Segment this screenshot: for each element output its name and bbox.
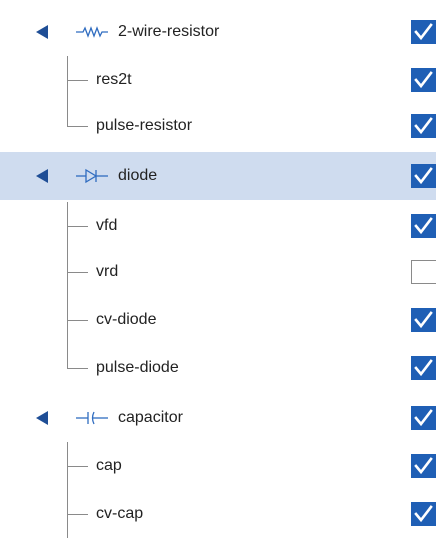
tree-connector-line: [67, 226, 88, 227]
enable-checkbox[interactable]: [411, 406, 436, 430]
tree-item-row[interactable]: cap: [0, 442, 436, 490]
tree-item-label: pulse-diode: [96, 359, 179, 376]
tree-item-row[interactable]: cv-diode: [0, 296, 436, 344]
tree-item-row[interactable]: pulse-resistor: [0, 102, 436, 150]
tree-connector-line: [67, 102, 68, 126]
tree-item-row[interactable]: res2t: [0, 56, 436, 104]
tree-group-row[interactable]: capacitor: [0, 394, 436, 442]
tree-connector-line: [67, 126, 88, 127]
tree-connector-line: [67, 320, 88, 321]
collapse-toggle-icon[interactable]: [36, 169, 48, 183]
resistor-icon: [74, 23, 110, 41]
enable-checkbox[interactable]: [411, 260, 436, 284]
diode-icon: [74, 167, 110, 185]
tree-item-label: res2t: [96, 71, 132, 88]
tree-connector-line: [67, 272, 88, 273]
tree-item-row[interactable]: vrd: [0, 248, 436, 296]
enable-checkbox[interactable]: [411, 20, 436, 44]
tree-connector-line: [67, 344, 68, 368]
capacitor-icon: [74, 409, 110, 427]
enable-checkbox[interactable]: [411, 114, 436, 138]
tree-item-label: vrd: [96, 263, 119, 280]
tree-item-label: pulse-resistor: [96, 117, 193, 134]
tree-connector-line: [67, 80, 88, 81]
tree-group-label: 2-wire-resistor: [118, 23, 220, 40]
tree-group-label: diode: [118, 167, 158, 184]
tree-group-label: capacitor: [118, 409, 183, 426]
enable-checkbox[interactable]: [411, 356, 436, 380]
tree-item-label: vfd: [96, 217, 118, 234]
enable-checkbox[interactable]: [411, 454, 436, 478]
collapse-toggle-icon[interactable]: [36, 25, 48, 39]
tree-connector-line: [67, 466, 88, 467]
tree-item-row[interactable]: vfd: [0, 202, 436, 250]
tree-group-row[interactable]: 2-wire-resistor: [0, 8, 436, 56]
enable-checkbox[interactable]: [411, 214, 436, 238]
tree-connector-line: [67, 368, 88, 369]
enable-checkbox[interactable]: [411, 308, 436, 332]
tree-group-row[interactable]: diode: [0, 152, 436, 200]
component-tree: 2-wire-resistor res2t pulse-resistor diode v…: [0, 0, 436, 538]
enable-checkbox[interactable]: [411, 68, 436, 92]
collapse-toggle-icon[interactable]: [36, 411, 48, 425]
tree-item-label: cap: [96, 457, 122, 474]
enable-checkbox[interactable]: [411, 164, 436, 188]
tree-item-label: cv-diode: [96, 311, 157, 328]
tree-item-row[interactable]: pulse-diode: [0, 344, 436, 392]
enable-checkbox[interactable]: [411, 502, 436, 526]
tree-connector-line: [67, 514, 88, 515]
